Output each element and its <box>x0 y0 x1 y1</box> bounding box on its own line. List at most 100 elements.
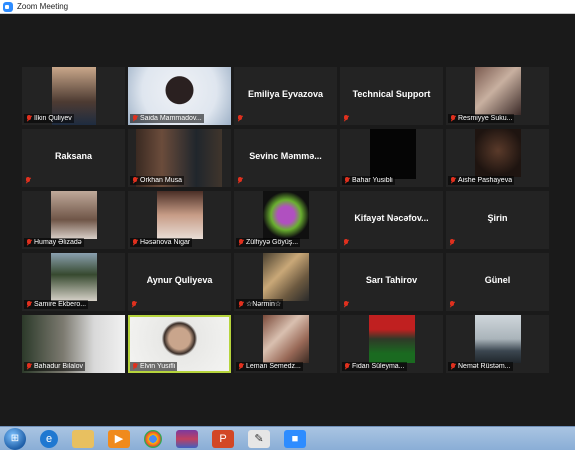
muted-mic-icon <box>343 239 349 246</box>
gallery-view: İlkin Quliyev Saida Mammadov... Emiliya … <box>0 14 575 426</box>
muted-mic-icon <box>26 363 32 370</box>
muted-mic-icon <box>344 177 350 184</box>
participant-label: Bahar Yusibli <box>342 176 395 185</box>
participant-tile[interactable]: Saida Mammadov... <box>128 67 231 125</box>
participant-name: Kifayət Nəcəfov... <box>354 213 429 223</box>
participant-name: ☆Nərmin☆ <box>246 301 282 308</box>
participant-label: Humay Əlizadə <box>24 238 84 247</box>
participant-tile[interactable]: İlkin Quliyev <box>22 67 125 125</box>
participant-label: Fidan Süleyma... <box>342 362 407 371</box>
paint-icon[interactable]: ✎ <box>248 429 270 448</box>
participant-label: Orkhan Musa <box>130 176 185 185</box>
participant-tile[interactable]: Kifayət Nəcəfov... <box>340 191 443 249</box>
participant-name: Resmiyye Suku... <box>458 115 513 122</box>
participant-name: Aynur Quliyeva <box>146 275 213 285</box>
muted-mic-icon <box>132 363 138 370</box>
participant-label: İlkin Quliyev <box>24 114 74 123</box>
participant-name: Həsənova Nigar <box>140 239 191 246</box>
participant-label: Nemət Rüstəm... <box>448 362 513 371</box>
participant-tile[interactable]: Zülfiyyə Göyüş... <box>234 191 337 249</box>
muted-mic-icon <box>132 239 138 246</box>
participant-video <box>51 253 97 301</box>
muted-mic-icon <box>449 301 455 308</box>
participant-label: Zülfiyyə Göyüş... <box>236 238 301 247</box>
participant-video <box>370 129 416 179</box>
muted-mic-icon <box>25 177 31 184</box>
window-titlebar[interactable]: Zoom Meeting <box>0 0 575 14</box>
participant-video <box>263 191 309 239</box>
muted-mic-icon <box>343 115 349 122</box>
powerpoint-icon[interactable]: P <box>212 429 234 448</box>
participant-label: Saida Mammadov... <box>130 114 204 123</box>
participant-tile[interactable]: Sevinc Məmmə... <box>234 129 337 187</box>
participant-video <box>263 253 309 301</box>
participant-video <box>475 129 521 177</box>
muted-mic-icon <box>450 115 456 122</box>
muted-mic-icon <box>26 115 32 122</box>
participant-tile[interactable]: Nemət Rüstəm... <box>446 315 549 373</box>
participant-tile[interactable]: Resmiyye Suku... <box>446 67 549 125</box>
muted-mic-icon <box>132 115 138 122</box>
participant-tile[interactable]: Bahadur Bilalov <box>22 315 125 373</box>
chrome-icon[interactable] <box>144 429 162 448</box>
media-player-icon[interactable]: ▶ <box>108 429 130 448</box>
participant-tile[interactable]: Fidan Süleyma... <box>340 315 443 373</box>
participant-tile[interactable]: Sarı Tahirov <box>340 253 443 311</box>
zoom-icon[interactable]: ■ <box>284 429 306 448</box>
participant-tile[interactable]: Aishe Pashayeva <box>446 129 549 187</box>
participant-tile[interactable]: Günel <box>446 253 549 311</box>
participant-label: Aishe Pashayeva <box>448 176 515 185</box>
participant-name: İlkin Quliyev <box>34 115 72 122</box>
participant-tile[interactable]: Bahar Yusibli <box>340 129 443 187</box>
winrar-icon[interactable] <box>176 429 198 448</box>
muted-mic-icon <box>237 177 243 184</box>
muted-mic-icon <box>450 177 456 184</box>
participant-name: Orkhan Musa <box>140 177 183 184</box>
participant-tile[interactable]: Orkhan Musa <box>128 129 231 187</box>
muted-mic-icon <box>238 300 244 308</box>
participant-label: Resmiyye Suku... <box>448 114 515 123</box>
participant-label: Samire Ekbero... <box>24 300 89 309</box>
participant-video <box>157 191 203 239</box>
file-explorer-icon[interactable] <box>72 429 94 448</box>
participant-tile[interactable]: Raksana <box>22 129 125 187</box>
participant-name: Zülfiyyə Göyüş... <box>246 239 299 246</box>
participant-tile[interactable]: ☆Nərmin☆ <box>234 253 337 311</box>
muted-mic-icon <box>344 363 350 370</box>
muted-mic-icon <box>238 239 244 246</box>
participant-name: Aishe Pashayeva <box>458 177 513 184</box>
participant-tile[interactable]: Həsənova Nigar <box>128 191 231 249</box>
participant-tile-active-speaker[interactable]: Elvin Yusifli <box>128 315 231 373</box>
participant-name: Samire Ekbero... <box>34 301 87 308</box>
muted-mic-icon <box>132 177 138 184</box>
participant-tile[interactable]: Humay Əlizadə <box>22 191 125 249</box>
start-button[interactable]: ⊞ <box>4 427 26 450</box>
window-title: Zoom Meeting <box>17 2 69 11</box>
muted-mic-icon <box>131 301 137 308</box>
participant-name: Sarı Tahirov <box>365 275 418 285</box>
participant-tile[interactable]: Aynur Quliyeva <box>128 253 231 311</box>
participant-label: Leman Semedz... <box>236 362 303 371</box>
muted-mic-icon <box>26 239 32 246</box>
participant-tile[interactable]: Emiliya Eyvazova <box>234 67 337 125</box>
internet-explorer-icon[interactable]: e <box>40 429 58 448</box>
participant-label: ☆Nərmin☆ <box>236 299 284 309</box>
participant-name: Technical Support <box>352 89 431 99</box>
participant-label: Həsənova Nigar <box>130 238 193 247</box>
participant-name: Bahar Yusibli <box>352 177 393 184</box>
muted-mic-icon <box>450 363 456 370</box>
participant-video <box>263 315 309 363</box>
windows-taskbar: ⊞ e ▶ P ✎ ■ <box>0 426 575 450</box>
participant-tile[interactable]: Leman Semedz... <box>234 315 337 373</box>
participant-video <box>51 191 97 239</box>
participant-video <box>369 315 415 363</box>
zoom-logo-icon <box>3 1 13 12</box>
muted-mic-icon <box>26 301 32 308</box>
participant-tile[interactable]: Samire Ekbero... <box>22 253 125 311</box>
participant-name: Sevinc Məmmə... <box>249 151 322 161</box>
participant-tile[interactable]: Technical Support <box>340 67 443 125</box>
participant-tile[interactable]: Şirin <box>446 191 549 249</box>
participant-name: Fidan Süleyma... <box>352 363 405 370</box>
muted-mic-icon <box>343 301 349 308</box>
participant-name: Leman Semedz... <box>246 363 301 370</box>
